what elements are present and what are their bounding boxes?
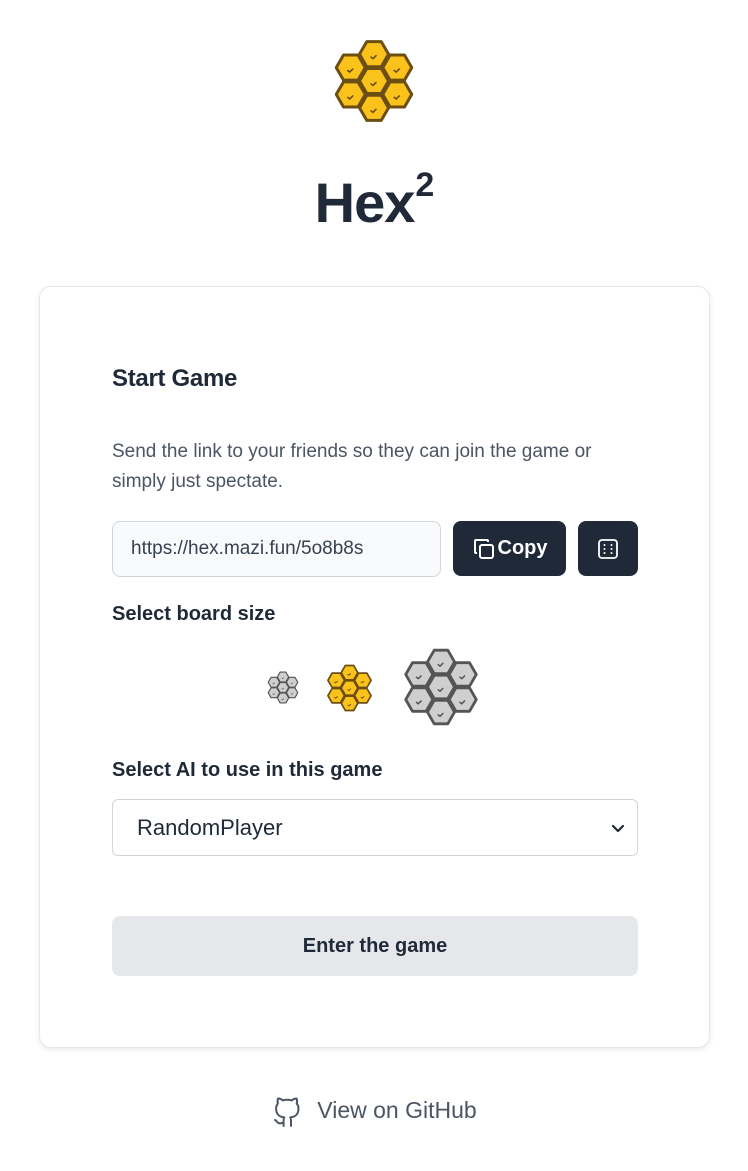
dice-icon [598, 538, 618, 559]
app-title-superscript: 2 [415, 166, 434, 205]
github-link[interactable]: View on GitHub [0, 1092, 748, 1128]
page: Hex2 Start Game Send the link to your fr… [0, 0, 748, 1171]
hex-cell [267, 676, 281, 688]
game-link-input[interactable] [112, 521, 441, 577]
github-link-label: View on GitHub [317, 1096, 477, 1123]
app-title: Hex2 [0, 166, 748, 235]
ai-select-label: Select AI to use in this game [112, 759, 383, 781]
hex-cell [285, 687, 299, 699]
hex-cell [381, 80, 414, 109]
hex-cell [404, 661, 435, 688]
board-size-large-option[interactable] [398, 641, 484, 733]
hex-cell [327, 672, 346, 689]
randomize-link-button[interactable] [578, 521, 638, 576]
enter-game-button[interactable]: Enter the game [112, 916, 638, 976]
board-size-medium-option[interactable] [323, 660, 376, 716]
hex-cell [447, 661, 478, 688]
hex-cell [353, 687, 372, 704]
ai-player-select[interactable]: RandomPlayer [112, 799, 638, 856]
ai-select-value: RandomPlayer [137, 814, 283, 840]
hex-cell [404, 686, 435, 713]
copy-button[interactable]: Copy [453, 521, 566, 576]
hex-cell [353, 672, 372, 689]
hex-cell [334, 53, 367, 82]
card-description: Send the link to your friends so they ca… [112, 441, 592, 492]
copy-button-label: Copy [497, 537, 548, 559]
hex-cell [447, 686, 478, 713]
honeycomb-logo-icon [334, 40, 414, 122]
github-icon [274, 1097, 300, 1127]
copy-icon [473, 538, 494, 559]
card-title: Start Game [112, 365, 238, 392]
hex-cell [285, 676, 299, 688]
app-title-text: Hex [314, 171, 416, 234]
chevron-down-icon [611, 824, 625, 832]
board-size-small-option[interactable] [265, 668, 301, 707]
hex-cell [334, 80, 367, 109]
hex-cell [381, 53, 414, 82]
hex-cell [267, 687, 281, 699]
hex-cell [327, 687, 346, 704]
start-game-card: Start Game Send the link to your friends… [39, 286, 710, 1048]
board-size-label: Select board size [112, 603, 276, 625]
